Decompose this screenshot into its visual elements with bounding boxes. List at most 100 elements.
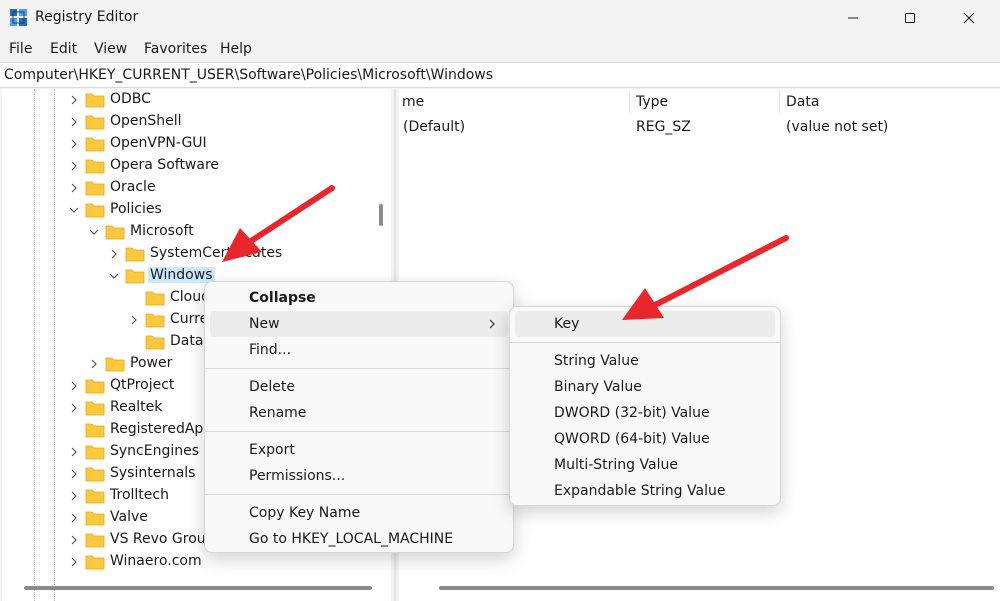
chevron-right-icon xyxy=(489,319,495,329)
tree-item-label: SystemCertificates xyxy=(150,245,283,261)
tree-item-policies[interactable]: Policies xyxy=(2,199,372,221)
chevron-right-icon[interactable] xyxy=(69,160,79,172)
tree-vertical-scrollbar[interactable] xyxy=(379,204,383,226)
menu-view[interactable]: View xyxy=(94,41,127,57)
folder-icon xyxy=(85,423,105,438)
window-title: Registry Editor xyxy=(35,9,139,25)
menu-item-collapse[interactable]: Collapse xyxy=(249,290,316,306)
registry-editor-window: Registry Editor File Edit View Favorites… xyxy=(0,0,1000,601)
menu-separator xyxy=(510,342,780,343)
address-bar[interactable]: Computer\HKEY_CURRENT_USER\Software\Poli… xyxy=(0,62,1000,88)
folder-icon xyxy=(85,93,105,108)
tree-item-label: SyncEngines xyxy=(110,443,200,459)
chevron-right-icon[interactable] xyxy=(69,468,79,480)
chevron-right-icon[interactable] xyxy=(69,534,79,546)
tree-item-label: RegisteredApp xyxy=(110,421,213,437)
chevron-right-icon[interactable] xyxy=(69,182,79,194)
column-header-data[interactable]: Data xyxy=(786,94,819,110)
tree-item-systemcertificates[interactable]: SystemCertificates xyxy=(2,243,372,265)
menu-favorites[interactable]: Favorites xyxy=(144,41,207,57)
submenu-item-multi-string-value[interactable]: Multi-String Value xyxy=(554,457,678,473)
value-data-cell[interactable]: (value not set) xyxy=(786,119,888,135)
tree-horizontal-scrollbar[interactable] xyxy=(24,586,372,590)
chevron-right-icon[interactable] xyxy=(69,138,79,150)
chevron-right-icon[interactable] xyxy=(129,314,139,326)
menu-separator xyxy=(205,368,513,369)
menu-item-rename[interactable]: Rename xyxy=(249,405,306,421)
chevron-right-icon[interactable] xyxy=(89,358,99,370)
submenu-item-qword-value[interactable]: QWORD (64-bit) Value xyxy=(554,431,710,447)
tree-item-label: Data xyxy=(170,333,204,349)
folder-icon xyxy=(85,159,105,174)
menu-edit[interactable]: Edit xyxy=(50,41,77,57)
menu-item-goto-hklm[interactable]: Go to HKEY_LOCAL_MACHINE xyxy=(249,531,453,547)
chevron-right-icon[interactable] xyxy=(69,94,79,106)
tree-item-opera-software[interactable]: Opera Software xyxy=(2,155,372,177)
folder-icon xyxy=(145,291,165,306)
menu-item-permissions[interactable]: Permissions... xyxy=(249,468,345,484)
menu-item-copy-key-name[interactable]: Copy Key Name xyxy=(249,505,360,521)
value-name-cell[interactable]: (Default) xyxy=(403,119,465,135)
menu-item-delete[interactable]: Delete xyxy=(249,379,295,395)
submenu-item-dword-value[interactable]: DWORD (32-bit) Value xyxy=(554,405,710,421)
minimize-icon xyxy=(848,17,858,19)
chevron-down-icon[interactable] xyxy=(69,204,79,216)
menu-item-find[interactable]: Find... xyxy=(249,342,291,358)
folder-icon xyxy=(85,115,105,130)
maximize-button[interactable] xyxy=(887,0,933,36)
tree-item-openshell[interactable]: OpenShell xyxy=(2,111,372,133)
menu-item-new[interactable]: New xyxy=(249,316,280,332)
chevron-right-icon[interactable] xyxy=(109,248,119,260)
chevron-down-icon[interactable] xyxy=(89,226,99,238)
chevron-right-icon[interactable] xyxy=(69,490,79,502)
chevron-right-icon[interactable] xyxy=(69,556,79,568)
folder-icon xyxy=(85,401,105,416)
menu-item-export[interactable]: Export xyxy=(249,442,295,458)
column-header-name[interactable]: me xyxy=(402,94,424,110)
address-path: Computer\HKEY_CURRENT_USER\Software\Poli… xyxy=(4,67,494,83)
column-header-type[interactable]: Type xyxy=(636,94,668,110)
tree-item-label: Realtek xyxy=(110,399,163,415)
tree-item-label: Valve xyxy=(110,509,148,525)
column-divider[interactable] xyxy=(629,91,630,113)
submenu-item-string-value[interactable]: String Value xyxy=(554,353,639,369)
folder-icon xyxy=(105,357,125,372)
folder-icon xyxy=(85,511,105,526)
title-bar: Registry Editor xyxy=(0,0,1000,36)
minimize-button[interactable] xyxy=(830,0,876,36)
folder-icon xyxy=(85,379,105,394)
menu-separator xyxy=(205,494,513,495)
value-type-cell[interactable]: REG_SZ xyxy=(636,119,691,135)
close-button[interactable] xyxy=(946,0,992,36)
tree-item-label: Trolltech xyxy=(110,487,169,503)
tree-item-label: Opera Software xyxy=(110,157,220,173)
tree-item-label: ODBC xyxy=(110,91,151,107)
chevron-right-icon[interactable] xyxy=(69,446,79,458)
submenu-item-expandable-string-value[interactable]: Expandable String Value xyxy=(554,483,725,499)
folder-icon xyxy=(85,467,105,482)
tree-item-label: Oracle xyxy=(110,179,156,195)
submenu-item-binary-value[interactable]: Binary Value xyxy=(554,379,642,395)
tree-item-winaero[interactable]: Winaero.com xyxy=(2,551,372,573)
folder-icon xyxy=(85,203,105,218)
menu-bar: File Edit View Favorites Help xyxy=(0,36,1000,62)
values-horizontal-scrollbar[interactable] xyxy=(439,586,994,590)
tree-item-label: OpenShell xyxy=(110,113,182,129)
tree-item-label: QtProject xyxy=(110,377,175,393)
tree-item-odbc[interactable]: ODBC xyxy=(2,89,372,111)
menu-help[interactable]: Help xyxy=(220,41,252,57)
tree-item-microsoft[interactable]: Microsoft xyxy=(2,221,372,243)
submenu-item-key[interactable]: Key xyxy=(554,316,579,332)
chevron-right-icon[interactable] xyxy=(69,380,79,392)
chevron-right-icon[interactable] xyxy=(69,402,79,414)
menu-separator xyxy=(205,431,513,432)
tree-item-openvpn-gui[interactable]: OpenVPN-GUI xyxy=(2,133,372,155)
column-divider[interactable] xyxy=(779,91,780,113)
chevron-right-icon[interactable] xyxy=(69,116,79,128)
chevron-right-icon[interactable] xyxy=(69,512,79,524)
chevron-down-icon[interactable] xyxy=(109,270,119,282)
menu-file[interactable]: File xyxy=(9,41,32,57)
tree-item-label-selected: Windows xyxy=(148,267,215,283)
folder-icon xyxy=(145,335,165,350)
tree-item-oracle[interactable]: Oracle xyxy=(2,177,372,199)
